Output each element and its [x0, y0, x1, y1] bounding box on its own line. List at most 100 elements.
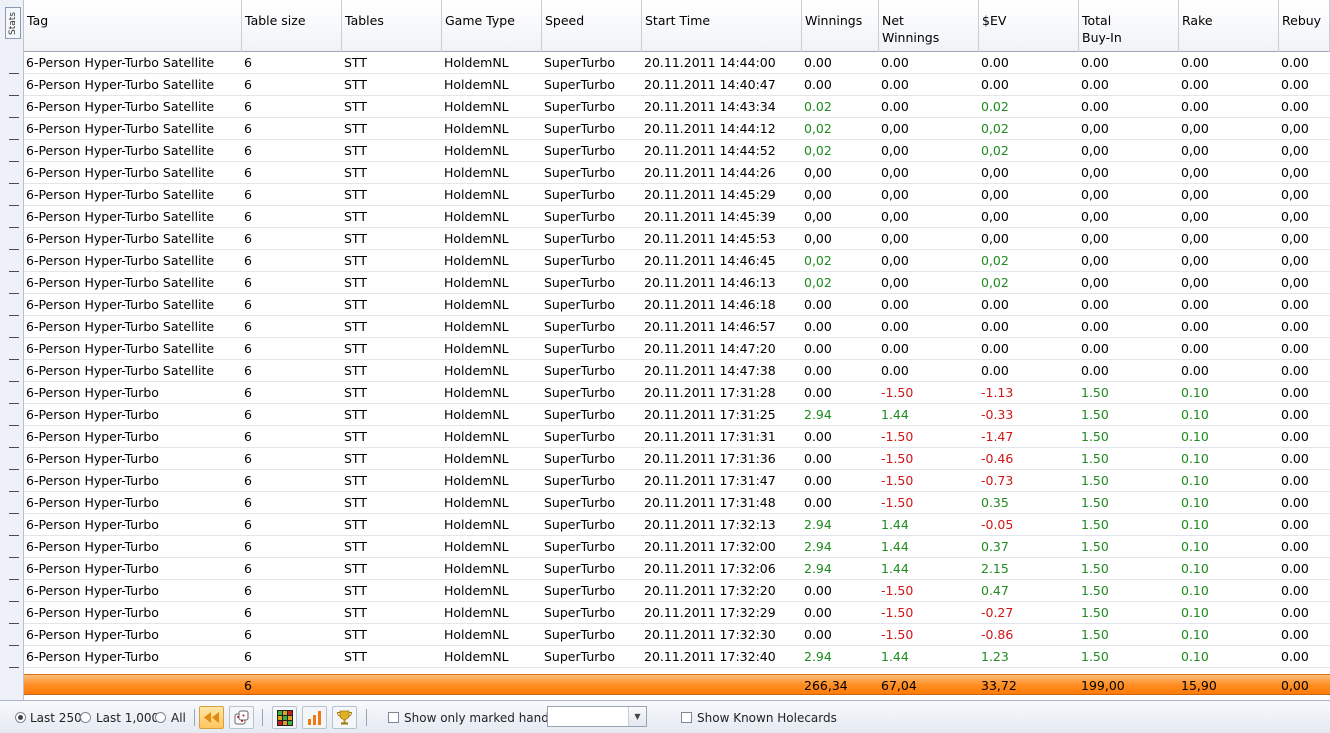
column-header-tag[interactable]: Tag [24, 0, 242, 52]
column-header-table-size[interactable]: Table size [242, 0, 342, 52]
table-row[interactable]: 6-Person Hyper-Turbo Satellite 6 STT Holdem… [24, 52, 1330, 74]
cell-winnings: 0.00 [804, 627, 832, 642]
row-selector[interactable] [9, 601, 19, 602]
row-selector[interactable] [9, 381, 19, 382]
column-header-start-time[interactable]: Start Time [642, 0, 802, 52]
row-selector[interactable] [9, 535, 19, 536]
cell-total-buyin: 0,00 [1081, 187, 1109, 202]
row-selector[interactable] [9, 513, 19, 514]
radio-all[interactable] [155, 712, 166, 723]
table-row[interactable]: 6-Person Hyper-Turbo 6 STT HoldemNL SuperTur… [24, 426, 1330, 448]
cell-sev: 0.00 [981, 363, 1009, 378]
row-selector[interactable] [9, 95, 19, 96]
row-selector[interactable] [9, 667, 19, 668]
row-selector[interactable] [9, 359, 19, 360]
row-selector[interactable] [9, 227, 19, 228]
column-header-speed[interactable]: Speed [542, 0, 642, 52]
show-marked-label[interactable]: Show only marked hands [404, 710, 555, 726]
column-header-net-winnings[interactable]: Net Winnings [879, 0, 979, 52]
radio-last-250[interactable] [15, 712, 26, 723]
bar-chart-button[interactable] [302, 706, 327, 729]
table-row[interactable]: 6-Person Hyper-Turbo Satellite 6 STT Holdem… [24, 140, 1330, 162]
column-header-rake[interactable]: Rake [1179, 0, 1279, 52]
table-row[interactable]: 6-Person Hyper-Turbo 6 STT HoldemNL SuperTur… [24, 514, 1330, 536]
cell-tag: 6-Person Hyper-Turbo Satellite [26, 77, 215, 92]
column-header-label: Rake [1182, 13, 1213, 28]
table-row[interactable]: 6-Person Hyper-Turbo Satellite 6 STT Holdem… [24, 316, 1330, 338]
row-selector[interactable] [9, 469, 19, 470]
dropdown-arrow-icon[interactable]: ▼ [628, 707, 646, 726]
hand-filter-select[interactable]: ▼ [547, 706, 647, 727]
table-row[interactable]: 6-Person Hyper-Turbo 6 STT HoldemNL SuperTur… [24, 382, 1330, 404]
column-header-rebuy[interactable]: Rebuy [1279, 0, 1330, 52]
radio-last-250-label[interactable]: Last 250 [30, 710, 82, 726]
table-row[interactable]: 6-Person Hyper-Turbo 6 STT HoldemNL SuperTur… [24, 404, 1330, 426]
row-selector[interactable] [9, 645, 19, 646]
cell-net-winnings: 0.00 [881, 55, 909, 70]
table-row[interactable]: 6-Person Hyper-Turbo Satellite 6 STT Holdem… [24, 272, 1330, 294]
table-row[interactable]: 6-Person Hyper-Turbo Satellite 6 STT Holdem… [24, 338, 1330, 360]
row-selector[interactable] [9, 315, 19, 316]
row-selector[interactable] [9, 161, 19, 162]
column-header-game-type[interactable]: Game Type [442, 0, 542, 52]
show-holecards-label[interactable]: Show Known Holecards [697, 710, 837, 726]
cell-winnings: 0.00 [804, 341, 832, 356]
table-row[interactable]: 6-Person Hyper-Turbo 6 STT HoldemNL SuperTur… [24, 602, 1330, 624]
show-holecards-checkbox[interactable] [681, 712, 692, 723]
row-selector[interactable] [9, 139, 19, 140]
radio-last-1000-label[interactable]: Last 1,000 [96, 710, 159, 726]
cell-net-winnings: 0,00 [881, 231, 909, 246]
column-header-sev[interactable]: $EV [979, 0, 1079, 52]
row-selector[interactable] [9, 117, 19, 118]
table-row[interactable]: 6-Person Hyper-Turbo Satellite 6 STT Holdem… [24, 250, 1330, 272]
trophy-button[interactable] [332, 706, 357, 729]
row-selector[interactable] [9, 293, 19, 294]
row-selector[interactable] [9, 447, 19, 448]
table-row[interactable]: 6-Person Hyper-Turbo Satellite 6 STT Holdem… [24, 360, 1330, 382]
cell-tables: STT [344, 319, 367, 334]
table-row[interactable]: 6-Person Hyper-Turbo Satellite 6 STT Holdem… [24, 74, 1330, 96]
table-row[interactable]: 6-Person Hyper-Turbo Satellite 6 STT Holdem… [24, 96, 1330, 118]
table-row[interactable]: 6-Person Hyper-Turbo 6 STT HoldemNL SuperTur… [24, 580, 1330, 602]
row-selector[interactable] [9, 403, 19, 404]
table-row[interactable]: 6-Person Hyper-Turbo Satellite 6 STT Holdem… [24, 118, 1330, 140]
table-row[interactable]: 6-Person Hyper-Turbo Satellite 6 STT Holdem… [24, 184, 1330, 206]
table-row[interactable]: 6-Person Hyper-Turbo Satellite 6 STT Holdem… [24, 228, 1330, 250]
column-header-tables[interactable]: Tables [342, 0, 442, 52]
table-row[interactable]: 6-Person Hyper-Turbo 6 STT HoldemNL SuperTur… [24, 448, 1330, 470]
table-row[interactable]: 6-Person Hyper-Turbo 6 STT HoldemNL SuperTur… [24, 624, 1330, 646]
table-row[interactable]: 6-Person Hyper-Turbo 6 STT HoldemNL SuperTur… [24, 492, 1330, 514]
radio-last-1000[interactable] [80, 712, 91, 723]
row-selector[interactable] [9, 623, 19, 624]
table-row[interactable]: 6-Person Hyper-Turbo 6 STT HoldemNL SuperTur… [24, 558, 1330, 580]
row-selector[interactable] [9, 425, 19, 426]
cell-tables: STT [344, 275, 367, 290]
stats-tab[interactable]: Stats [5, 7, 21, 39]
cell-start-time: 20.11.2011 14:47:38 [644, 363, 776, 378]
table-row[interactable]: 6-Person Hyper-Turbo Satellite 6 STT Holdem… [24, 294, 1330, 316]
row-selector[interactable] [9, 205, 19, 206]
column-header-total-buyin[interactable]: Total Buy-In [1079, 0, 1179, 52]
grid-button[interactable] [272, 706, 297, 729]
table-row[interactable]: 6-Person Hyper-Turbo 6 STT HoldemNL SuperTur… [24, 470, 1330, 492]
table-row[interactable]: 6-Person Hyper-Turbo Satellite 6 STT Holdem… [24, 206, 1330, 228]
table-row[interactable]: 6-Person Hyper-Turbo Satellite 6 STT Holdem… [24, 162, 1330, 184]
row-selector[interactable] [9, 337, 19, 338]
table-row[interactable]: 6-Person Hyper-Turbo 6 STT HoldemNL SuperTur… [24, 646, 1330, 668]
row-selector[interactable] [9, 579, 19, 580]
row-selector[interactable] [9, 557, 19, 558]
row-selector[interactable] [9, 491, 19, 492]
rewind-button[interactable] [199, 706, 224, 729]
cell-game-type: HoldemNL [444, 605, 509, 620]
show-marked-checkbox[interactable] [388, 712, 399, 723]
cell-rake: 0,00 [1181, 143, 1209, 158]
row-selector[interactable] [9, 183, 19, 184]
table-row[interactable]: 6-Person Hyper-Turbo 6 STT HoldemNL SuperTur… [24, 536, 1330, 558]
dice-button[interactable] [229, 706, 254, 729]
row-selector[interactable] [9, 249, 19, 250]
row-selector[interactable] [9, 73, 19, 74]
row-selector[interactable] [9, 271, 19, 272]
radio-all-label[interactable]: All [171, 710, 186, 726]
cell-sev: 0.00 [981, 297, 1009, 312]
column-header-winnings[interactable]: Winnings [802, 0, 879, 52]
